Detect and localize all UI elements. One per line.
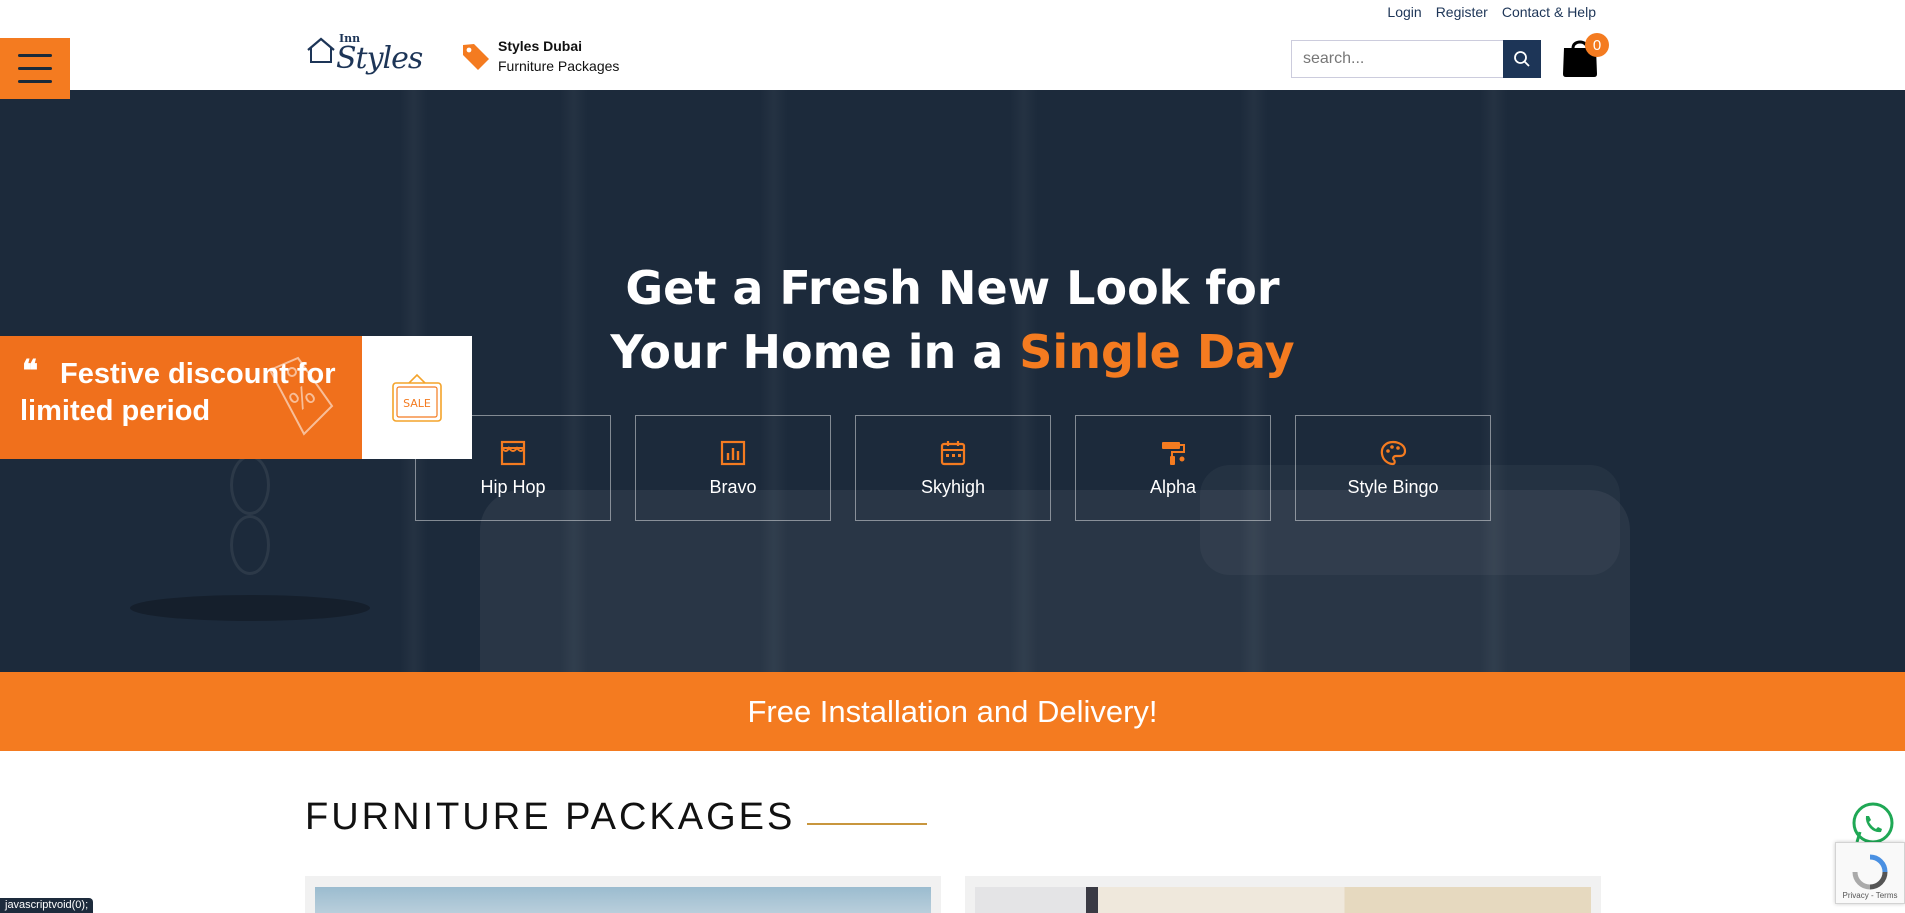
headline-highlight: Single Day — [1019, 325, 1295, 379]
festive-discount-popup[interactable]: % ❝ Festive discount for limited period … — [0, 336, 472, 459]
section-title: FURNITURE PACKAGES — [305, 796, 796, 838]
package-skyhigh[interactable]: Skyhigh — [855, 415, 1051, 521]
price-tag-icon — [463, 44, 489, 70]
package-card[interactable] — [305, 876, 941, 913]
logo-main-text: Styles — [336, 41, 423, 76]
contact-help-link[interactable]: Contact & Help — [1502, 4, 1596, 20]
package-label: Bravo — [709, 476, 757, 497]
browser-status-bar: javascriptvoid(0); — [0, 898, 94, 913]
search-button[interactable] — [1503, 40, 1541, 78]
package-label: Skyhigh — [920, 476, 986, 497]
sale-sign-text: SALE — [403, 397, 431, 410]
promo-subtitle: Furniture Packages — [498, 58, 620, 74]
package-alpha[interactable]: Alpha — [1075, 415, 1271, 521]
section-heading: FURNITURE PACKAGES — [305, 796, 928, 839]
package-label: Style Bingo — [1347, 476, 1439, 497]
recaptcha-badge[interactable]: Privacy - Terms — [1835, 842, 1905, 904]
palette-icon — [1380, 440, 1407, 465]
search-input[interactable] — [1291, 40, 1503, 78]
recaptcha-icon — [1852, 854, 1888, 890]
top-links: Login Register Contact & Help — [1387, 4, 1596, 20]
bar-chart-icon — [720, 440, 746, 465]
package-card[interactable] — [965, 876, 1601, 913]
search-icon — [1514, 51, 1530, 67]
title-underline — [807, 822, 928, 825]
search-bar — [1291, 40, 1541, 78]
hero-bg-decor — [230, 455, 270, 515]
sale-sign-panel: SALE — [362, 336, 472, 459]
cart-count-badge: 0 — [1585, 33, 1609, 57]
discount-text: Festive discount for limited period — [20, 356, 362, 430]
package-label: Alpha — [1149, 476, 1197, 497]
package-card-image — [975, 887, 1591, 913]
promo-tag[interactable]: Styles Dubai Furniture Packages — [460, 36, 619, 76]
headline-line-1: Get a Fresh New Look for — [625, 261, 1280, 315]
register-link[interactable]: Register — [1436, 4, 1488, 20]
whatsapp-icon — [1852, 802, 1894, 844]
menu-bar-icon — [18, 54, 52, 57]
hero-bg-decor — [230, 515, 270, 575]
package-options: Hip Hop Bravo Skyhigh Alpha Style Bingo — [415, 415, 1491, 521]
package-bravo[interactable]: Bravo — [635, 415, 831, 521]
menu-bar-icon — [18, 67, 52, 70]
menu-bar-icon — [18, 80, 52, 83]
calendar-icon — [940, 440, 966, 465]
house-icon — [307, 37, 335, 63]
package-style-bingo[interactable]: Style Bingo — [1295, 415, 1491, 521]
free-delivery-banner: Free Installation and Delivery! — [0, 672, 1905, 751]
discount-text-panel: % ❝ Festive discount for limited period — [0, 336, 362, 459]
hero-bg-table — [130, 595, 370, 621]
headline-line-2-prefix: Your Home in a — [610, 325, 1020, 379]
store-icon — [500, 440, 526, 465]
logo-small-text: Inn — [339, 32, 361, 45]
discount-line-1: Festive discount for — [60, 358, 336, 390]
sale-sign-icon: SALE — [392, 373, 442, 422]
site-logo[interactable]: Inn Styles — [306, 30, 423, 76]
paint-roller-icon — [1162, 441, 1185, 465]
package-card-image — [315, 887, 931, 913]
page: Inn Styles Styles Dubai Furniture Packag… — [0, 0, 1905, 913]
whatsapp-button[interactable] — [1851, 802, 1895, 846]
cart-button[interactable]: 0 — [1561, 33, 1609, 78]
banner-text: Free Installation and Delivery! — [747, 693, 1158, 729]
package-label: Hip Hop — [480, 476, 546, 497]
hamburger-menu-button[interactable] — [0, 38, 70, 99]
site-header: Inn Styles Styles Dubai Furniture Packag… — [0, 0, 1905, 90]
recaptcha-terms[interactable]: Privacy - Terms — [1843, 891, 1898, 900]
login-link[interactable]: Login — [1387, 4, 1421, 20]
discount-line-2: limited period — [20, 395, 211, 427]
promo-title: Styles Dubai — [498, 38, 583, 54]
